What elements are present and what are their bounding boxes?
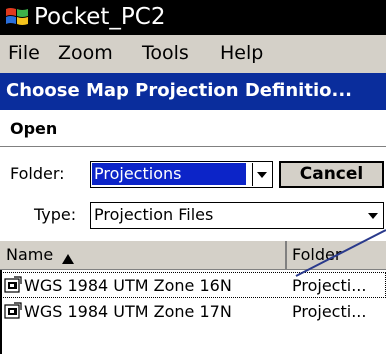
list-item-folder: Projecti... — [292, 302, 367, 321]
type-dropdown-value[interactable]: Projection Files — [94, 204, 213, 226]
column-header-folder[interactable]: Folder — [292, 244, 341, 266]
list-item-folder: Projecti... — [292, 276, 367, 295]
open-caption: Open — [10, 119, 58, 138]
dropdown-arrow-icon[interactable] — [252, 163, 271, 186]
list-item-name[interactable]: WGS 1984 UTM Zone 17N — [24, 301, 232, 323]
folder-label: Folder: — [10, 164, 65, 183]
menu-zoom[interactable]: Zoom — [58, 41, 113, 65]
list-left-border — [0, 270, 2, 354]
folder-dropdown-value[interactable]: Projections — [92, 163, 246, 185]
menu-help[interactable]: Help — [220, 41, 263, 65]
cancel-button[interactable]: Cancel — [279, 161, 384, 188]
dropdown-arrow-icon[interactable] — [365, 204, 382, 227]
separator-highlight — [0, 147, 386, 148]
menu-file[interactable]: File — [8, 41, 40, 65]
column-divider[interactable] — [285, 241, 287, 269]
list-item-name[interactable]: WGS 1984 UTM Zone 16N — [24, 275, 232, 297]
type-label: Type: — [34, 205, 77, 224]
column-header-name[interactable]: Name — [6, 244, 53, 266]
projection-file-icon — [4, 302, 22, 320]
menu-tools[interactable]: Tools — [142, 41, 189, 65]
sort-ascending-icon — [62, 249, 74, 264]
window-title: Pocket_PC2 — [34, 4, 166, 30]
windows-flag-icon[interactable] — [4, 5, 30, 29]
projection-file-icon — [4, 276, 22, 294]
dialog-title: Choose Map Projection Definitio... — [6, 80, 352, 101]
